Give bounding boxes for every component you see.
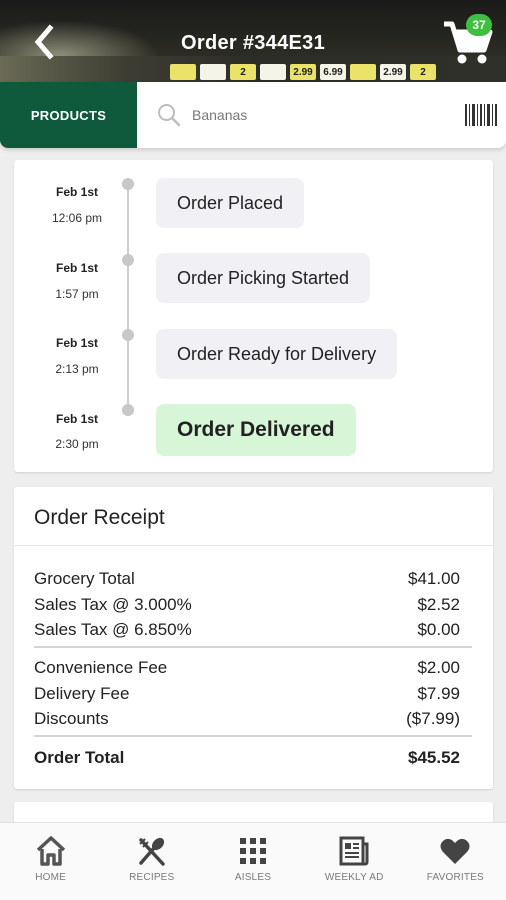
timeline-dot <box>122 178 134 190</box>
nav-label: RECIPES <box>129 872 175 883</box>
receipt-line: Grocery Total $41.00 <box>34 569 460 589</box>
nav-label: AISLES <box>234 872 272 883</box>
shelf-price-tag <box>350 64 376 80</box>
shelf-price-tag <box>260 64 286 80</box>
receipt-line-value: ($7.99) <box>406 709 460 728</box>
receipt-total-line: Order Total $45.52 <box>34 748 460 768</box>
receipt-separator <box>34 646 472 648</box>
heart-icon <box>440 838 470 864</box>
timeline-date: Feb 1st <box>55 185 98 199</box>
receipt-line-label: Sales Tax @ 3.000% <box>34 595 192 614</box>
timeline-status: Order Picking Started <box>156 253 371 303</box>
receipt-line: Sales Tax @ 6.850% $0.00 <box>34 620 460 640</box>
order-total-label: Order Total <box>34 748 125 767</box>
receipt-line-label: Convenience Fee <box>34 658 168 677</box>
nav-item-weekly-ad[interactable]: WEEKLY AD <box>304 823 405 900</box>
order-total-value: $45.52 <box>408 748 460 767</box>
app-header: 2 2.99 6.99 2.99 2 Order #344E31 <box>0 0 506 90</box>
search-input[interactable] <box>192 100 442 130</box>
nav-label: WEEKLY AD <box>324 872 384 883</box>
search-bar: PRODUCTS <box>0 82 506 148</box>
timeline-dot <box>122 404 134 416</box>
shelf-price-tag: 2.99 <box>290 64 316 80</box>
timeline-status-delivered: Order Delivered <box>156 404 356 456</box>
timeline-date: Feb 1st <box>55 261 98 275</box>
timeline-date: Feb 1st <box>55 336 98 350</box>
receipt-divider <box>14 545 493 546</box>
search-icon[interactable] <box>156 102 182 128</box>
shelf-price-tag: 6.99 <box>320 64 346 80</box>
timeline-status: Order Placed <box>156 178 305 228</box>
nav-item-aisles[interactable]: AISLES <box>202 823 303 900</box>
timeline-dot <box>122 254 134 266</box>
nav-label: HOME <box>35 872 66 883</box>
receipt-line-value: $41.00 <box>408 569 460 588</box>
timeline-time: 2:30 pm <box>55 437 99 451</box>
products-category-button[interactable]: PRODUCTS <box>0 82 137 148</box>
receipt-separator <box>34 735 472 737</box>
timeline-time: 1:57 pm <box>55 287 99 301</box>
home-icon <box>36 836 65 866</box>
shelf-price-tag <box>170 64 196 80</box>
receipt-line-label: Sales Tax @ 6.850% <box>34 620 192 639</box>
receipt-line: Delivery Fee $7.99 <box>34 684 460 704</box>
timeline-line <box>127 184 129 410</box>
receipt-line-label: Discounts <box>34 709 109 728</box>
shelf-price-tags: 2 2.99 6.99 2.99 2 <box>170 64 436 82</box>
receipt-line-value: $2.52 <box>417 595 460 614</box>
newspaper-icon <box>339 836 369 866</box>
shelf-price-tag: 2.99 <box>380 64 406 80</box>
receipt-line: Convenience Fee $2.00 <box>34 658 460 678</box>
nav-item-favorites[interactable]: FAVORITES <box>405 823 506 900</box>
receipt-line-value: $2.00 <box>417 658 460 677</box>
receipt-title: Order Receipt <box>34 506 165 529</box>
receipt-line: Discounts ($7.99) <box>34 709 460 729</box>
receipt-line-label: Grocery Total <box>34 569 135 588</box>
timeline-time: 12:06 pm <box>51 211 103 225</box>
timeline-time: 2:13 pm <box>55 362 99 376</box>
barcode-scan-icon[interactable] <box>464 102 498 128</box>
receipt-line: Sales Tax @ 3.000% $2.52 <box>34 595 460 615</box>
receipt-line-value: $0.00 <box>417 620 460 639</box>
page-title: Order #344E31 <box>181 32 325 54</box>
timeline-date: Feb 1st <box>55 412 98 426</box>
shelf-price-tag: 2 <box>410 64 436 80</box>
cart-count-badge: 37 <box>466 14 492 36</box>
nav-item-recipes[interactable]: RECIPES <box>101 823 202 900</box>
timeline-status: Order Ready for Delivery <box>156 329 398 379</box>
nav-item-home[interactable]: HOME <box>0 823 101 900</box>
fork-spoon-icon <box>139 837 165 866</box>
shelf-price-tag: 2 <box>230 64 256 80</box>
shelf-price-tag <box>200 64 226 80</box>
timeline-dot <box>122 329 134 341</box>
receipt-line-value: $7.99 <box>417 684 460 703</box>
nav-label: FAVORITES <box>426 872 484 883</box>
grid-icon <box>239 838 266 864</box>
receipt-line-label: Delivery Fee <box>34 684 130 703</box>
bottom-navigation: HOME RECIPES AISLES WEEKLY AD FAVORITES <box>0 822 506 900</box>
